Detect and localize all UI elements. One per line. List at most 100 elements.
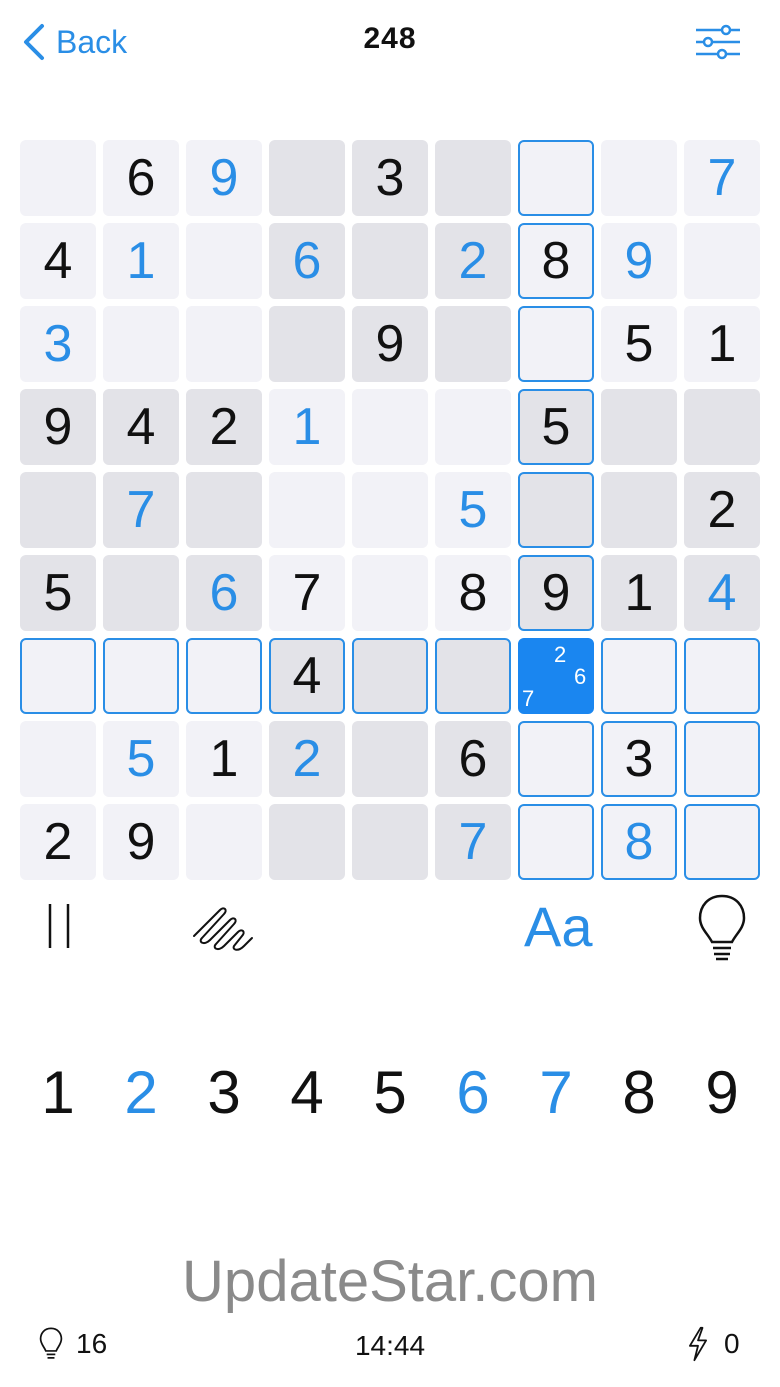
grid-cell[interactable]: 7: [435, 804, 511, 880]
number-button[interactable]: 3: [186, 1052, 262, 1132]
grid-cell[interactable]: 2: [20, 804, 96, 880]
grid-cell[interactable]: 9: [20, 389, 96, 465]
grid-cell[interactable]: 5: [103, 721, 179, 797]
grid-cell[interactable]: 9: [518, 555, 594, 631]
grid-cell[interactable]: [435, 389, 511, 465]
grid-cell[interactable]: 3: [601, 721, 677, 797]
grid-cell[interactable]: [684, 223, 760, 299]
grid-cell[interactable]: 4: [684, 555, 760, 631]
grid-cell[interactable]: 2: [435, 223, 511, 299]
grid-cell[interactable]: 4: [269, 638, 345, 714]
grid-cell[interactable]: [20, 721, 96, 797]
number-button[interactable]: 9: [684, 1052, 760, 1132]
grid-cell[interactable]: 1: [186, 721, 262, 797]
grid-cell[interactable]: 5: [435, 472, 511, 548]
number-button[interactable]: 4: [269, 1052, 345, 1132]
grid-cell[interactable]: 5: [20, 555, 96, 631]
grid-cell[interactable]: [518, 721, 594, 797]
grid-cell[interactable]: [352, 223, 428, 299]
grid-cell[interactable]: [518, 472, 594, 548]
grid-cell[interactable]: [186, 804, 262, 880]
grid-cell[interactable]: [352, 472, 428, 548]
grid-cell[interactable]: 4: [20, 223, 96, 299]
number-button[interactable]: 7: [518, 1052, 594, 1132]
grid-cell[interactable]: 8: [435, 555, 511, 631]
grid-cell[interactable]: [269, 804, 345, 880]
grid-cell[interactable]: [186, 638, 262, 714]
grid-cell[interactable]: 8: [518, 223, 594, 299]
grid-cell[interactable]: [684, 721, 760, 797]
grid-cell[interactable]: [518, 140, 594, 216]
grid-cell[interactable]: 1: [103, 223, 179, 299]
grid-cell[interactable]: [352, 555, 428, 631]
grid-cell[interactable]: 3: [20, 306, 96, 382]
pause-icon[interactable]: [44, 900, 74, 952]
grid-cell[interactable]: 6: [186, 555, 262, 631]
grid-cell[interactable]: [20, 638, 96, 714]
grid-cell[interactable]: [435, 140, 511, 216]
grid-cell[interactable]: [186, 472, 262, 548]
grid-cell[interactable]: [684, 804, 760, 880]
grid-cell[interactable]: [269, 472, 345, 548]
number-button[interactable]: 6: [435, 1052, 511, 1132]
grid-cell[interactable]: 5: [518, 389, 594, 465]
grid-cell[interactable]: [601, 140, 677, 216]
settings-sliders-icon[interactable]: [694, 22, 742, 62]
puzzle-number-title: 248: [363, 22, 417, 55]
grid-cell[interactable]: 4: [103, 389, 179, 465]
grid-cell[interactable]: 3: [352, 140, 428, 216]
grid-cell[interactable]: [684, 389, 760, 465]
grid-cell[interactable]: 5: [601, 306, 677, 382]
grid-cell[interactable]: 26 7: [518, 638, 594, 714]
grid-cell[interactable]: [518, 804, 594, 880]
number-button[interactable]: 1: [20, 1052, 96, 1132]
grid-cell[interactable]: [352, 389, 428, 465]
grid-cell[interactable]: 6: [269, 223, 345, 299]
lightbulb-icon[interactable]: [696, 892, 748, 964]
grid-cell[interactable]: 8: [601, 804, 677, 880]
grid-cell[interactable]: [269, 306, 345, 382]
grid-cell[interactable]: [20, 472, 96, 548]
lightning-icon: [689, 1326, 707, 1362]
grid-cell[interactable]: 9: [186, 140, 262, 216]
grid-cell[interactable]: [518, 306, 594, 382]
grid-cell[interactable]: 6: [435, 721, 511, 797]
number-button[interactable]: 8: [601, 1052, 677, 1132]
grid-cell[interactable]: [186, 223, 262, 299]
number-button[interactable]: 2: [103, 1052, 179, 1132]
grid-cell[interactable]: 1: [601, 555, 677, 631]
grid-cell[interactable]: 2: [684, 472, 760, 548]
grid-cell[interactable]: 9: [103, 804, 179, 880]
grid-cell[interactable]: [601, 389, 677, 465]
watermark: UpdateStar.com: [182, 1249, 598, 1314]
grid-cell[interactable]: 6: [103, 140, 179, 216]
grid-cell[interactable]: 2: [186, 389, 262, 465]
grid-cell[interactable]: [352, 804, 428, 880]
grid-cell[interactable]: [601, 638, 677, 714]
grid-cell[interactable]: [103, 306, 179, 382]
grid-cell[interactable]: 7: [684, 140, 760, 216]
grid-cell[interactable]: [103, 638, 179, 714]
number-button[interactable]: 5: [352, 1052, 428, 1132]
grid-cell[interactable]: [352, 638, 428, 714]
cell-value: 1: [292, 398, 322, 456]
grid-cell[interactable]: 7: [269, 555, 345, 631]
grid-cell[interactable]: 7: [103, 472, 179, 548]
scribble-icon[interactable]: [190, 898, 260, 958]
grid-cell[interactable]: [352, 721, 428, 797]
grid-cell[interactable]: [435, 306, 511, 382]
grid-cell[interactable]: 9: [601, 223, 677, 299]
grid-cell[interactable]: [103, 555, 179, 631]
grid-cell[interactable]: 1: [269, 389, 345, 465]
grid-cell[interactable]: [601, 472, 677, 548]
cell-value: 4: [292, 647, 322, 705]
grid-cell[interactable]: [435, 638, 511, 714]
grid-cell[interactable]: [20, 140, 96, 216]
grid-cell[interactable]: [186, 306, 262, 382]
grid-cell[interactable]: 1: [684, 306, 760, 382]
grid-cell[interactable]: [269, 140, 345, 216]
grid-cell[interactable]: 9: [352, 306, 428, 382]
font-size-button[interactable]: Aa: [524, 894, 593, 959]
grid-cell[interactable]: [684, 638, 760, 714]
grid-cell[interactable]: 2: [269, 721, 345, 797]
